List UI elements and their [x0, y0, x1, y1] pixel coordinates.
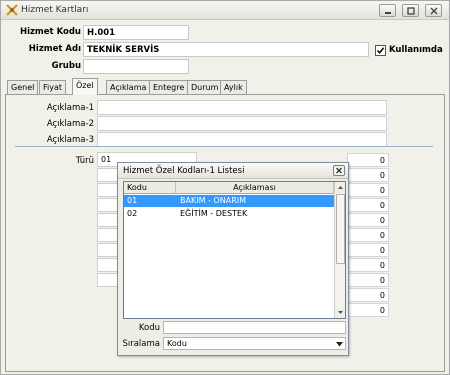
popup-siralama-label: Sıralama — [122, 339, 160, 349]
scroll-up-button[interactable] — [335, 182, 345, 193]
row-aciklama: BAKIM - ONARIM — [180, 196, 247, 205]
minimize-button[interactable] — [379, 4, 396, 17]
aciklama2-field[interactable] — [97, 116, 387, 131]
ozel-numeric-field[interactable]: 0 — [347, 243, 389, 257]
app-logo-icon — [6, 4, 18, 16]
minimize-icon — [385, 12, 391, 14]
ozel-numeric-field[interactable]: 0 — [347, 183, 389, 197]
chevron-down-icon — [336, 342, 343, 347]
aciklama3-field[interactable] — [97, 132, 387, 147]
tab-durum[interactable]: Durum — [187, 80, 223, 94]
popup-close-button[interactable] — [333, 165, 345, 176]
ozel-numeric-field[interactable]: 0 — [347, 153, 389, 167]
ozel-numeric-field[interactable]: 0 — [347, 288, 389, 302]
tab-aciklama[interactable]: Açıklama — [106, 80, 151, 94]
aciklama1-field[interactable] — [97, 100, 387, 115]
turu-label: Türü — [75, 156, 94, 166]
close-button[interactable] — [425, 4, 442, 17]
main-window: Hizmet Kartları Hizmet Kodu H.001 Hizmet… — [0, 0, 450, 375]
tab-aylik[interactable]: Aylık — [220, 80, 247, 94]
hizmet-kodu-label: Hizmet Kodu — [19, 27, 81, 37]
grubu-label: Grubu — [51, 61, 81, 71]
chevron-down-icon — [338, 311, 343, 314]
kullanimda-label: Kullanımda — [389, 45, 443, 55]
hizmet-adi-label: Hizmet Adı — [28, 44, 81, 54]
title-bar[interactable]: Hizmet Kartları — [1, 1, 449, 20]
maximize-icon — [407, 7, 415, 15]
row-kodu: 02 — [127, 209, 138, 218]
close-icon — [336, 167, 342, 174]
scroll-down-button[interactable] — [335, 307, 345, 318]
tab-entegre[interactable]: Entegre — [149, 80, 189, 94]
scroll-thumb[interactable] — [336, 194, 345, 264]
ozel-numeric-field[interactable]: 0 — [347, 258, 389, 272]
ozel-numeric-field[interactable]: 0 — [347, 303, 389, 317]
column-header-kodu[interactable]: Kodu — [124, 182, 176, 194]
siralama-value: Kodu — [167, 339, 187, 348]
window-title: Hizmet Kartları — [21, 5, 89, 15]
table-row[interactable]: 01 BAKIM - ONARIM — [124, 195, 334, 207]
ozel-numeric-field[interactable]: 0 — [347, 198, 389, 212]
column-header-aciklamasi[interactable]: Açıklaması — [176, 182, 334, 194]
close-icon — [430, 7, 438, 15]
grubu-field[interactable] — [83, 59, 189, 74]
ozel-numeric-field[interactable]: 0 — [347, 273, 389, 287]
popup-title: Hizmet Özel Kodları-1 Listesi — [123, 166, 245, 176]
hizmet-adi-field[interactable]: TEKNİK SERVİS — [83, 42, 369, 57]
separator — [15, 146, 433, 147]
chevron-up-icon — [338, 186, 343, 189]
tab-ozel[interactable]: Özel — [72, 78, 98, 95]
maximize-button[interactable] — [402, 4, 419, 17]
ozel-numeric-field[interactable]: 0 — [347, 228, 389, 242]
tab-genel[interactable]: Genel — [7, 80, 39, 94]
table-row[interactable]: 02 EĞİTİM - DESTEK — [124, 208, 334, 220]
popup-title-bar[interactable]: Hizmet Özel Kodları-1 Listesi — [118, 163, 348, 179]
kullanimda-checkbox[interactable] — [375, 45, 386, 56]
aciklama3-label: Açıklama-3 — [46, 135, 94, 145]
grid-scrollbar[interactable] — [334, 182, 345, 318]
row-kodu: 01 — [127, 196, 138, 205]
lookup-popup: Hizmet Özel Kodları-1 Listesi Kodu Açıkl… — [117, 162, 349, 356]
ozel-numeric-field[interactable]: 0 — [347, 168, 389, 182]
hizmet-kodu-field[interactable]: H.001 — [83, 25, 189, 40]
lookup-grid[interactable]: Kodu Açıklaması 01 BAKIM - ONARIM 02 EĞİ… — [123, 181, 346, 319]
tab-fiyat[interactable]: Fiyat — [39, 80, 67, 94]
ozel-numeric-field[interactable]: 0 — [347, 213, 389, 227]
popup-kodu-input[interactable] — [163, 321, 346, 334]
popup-kodu-label: Kodu — [138, 323, 160, 333]
grid-header: Kodu Açıklaması — [124, 182, 334, 194]
siralama-select[interactable]: Kodu — [163, 337, 346, 350]
aciklama1-label: Açıklama-1 — [46, 103, 94, 113]
check-icon — [376, 47, 385, 55]
row-aciklama: EĞİTİM - DESTEK — [180, 209, 248, 218]
aciklama2-label: Açıklama-2 — [46, 119, 94, 129]
